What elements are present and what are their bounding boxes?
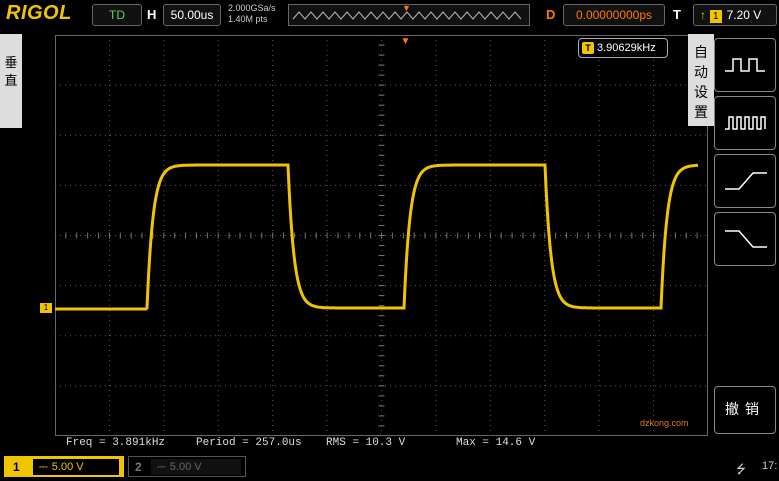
ch2-setting[interactable]: 2 ⎓ 5.00 V	[128, 456, 246, 477]
ch1-scale: 5.00 V	[51, 461, 84, 473]
vertical-tab-char-2: 直	[4, 73, 18, 88]
autoset-title-char-2: 动	[694, 64, 708, 80]
trigger-label: T	[673, 7, 681, 22]
autoset-title-char-1: 自	[694, 44, 708, 60]
trigger-position-marker-top: ▼	[402, 3, 411, 13]
falling-edge-icon	[725, 230, 767, 248]
multi-period-icon	[725, 58, 765, 72]
falling-edge-button[interactable]	[714, 212, 776, 266]
clock: 17:	[762, 460, 778, 472]
run-status[interactable]: TD	[92, 4, 142, 26]
frequency-counter: T 3.90629kHz	[578, 38, 668, 58]
top-status-bar: RIGOL TD H 50.00us 2.000GSa/s 1.40M pts …	[0, 0, 779, 30]
vertical-tab-char-1: 垂	[4, 55, 18, 70]
ch2-scale-box: ⎓ 5.00 V	[151, 459, 241, 475]
ch1-scale-box: ⎓ 5.00 V	[33, 459, 119, 475]
delay-value[interactable]: 0.00000000ps	[563, 4, 665, 26]
ch1-number: 1	[13, 460, 20, 474]
watermark-text: dzkong.com	[640, 418, 689, 428]
undo-button[interactable]: 撤销	[714, 386, 776, 434]
single-period-button[interactable]	[714, 96, 776, 150]
trigger-position-marker: ▼	[400, 36, 411, 47]
vertical-menu-tab[interactable]: 垂 直	[0, 34, 22, 128]
ch1-setting[interactable]: 1 ⎓ 5.00 V	[4, 456, 124, 477]
delay-label: D	[546, 7, 556, 22]
multi-period-button[interactable]	[714, 38, 776, 92]
brand-logo: RIGOL	[6, 2, 72, 24]
autoset-title-char-4: 置	[694, 104, 708, 120]
rising-edge-button[interactable]	[714, 154, 776, 208]
single-period-icon	[725, 116, 766, 130]
measurement-period: Period = 257.0us	[196, 437, 302, 449]
center-axis-ticks	[55, 35, 708, 436]
ch2-scale: 5.00 V	[169, 461, 202, 473]
measurement-rms: RMS = 10.3 V	[326, 437, 406, 449]
waveform-plot	[55, 35, 708, 436]
ch2-number: 2	[135, 460, 142, 474]
frequency-counter-value: 3.90629kHz	[597, 42, 656, 54]
rising-edge-icon: ↑	[700, 8, 706, 22]
acquisition-info: 2.000GSa/s 1.40M pts	[228, 3, 276, 25]
timebase-value[interactable]: 50.00us	[163, 4, 221, 26]
measurement-max: Max = 14.6 V	[456, 437, 536, 449]
sample-rate: 2.000GSa/s	[228, 3, 276, 13]
measurement-freq: Freq = 3.891kHz	[66, 437, 166, 449]
autoset-menu-title: 自 动 设 置	[688, 34, 714, 126]
trigger-level: 7.20 V	[726, 8, 762, 22]
memory-depth: 1.40M pts	[228, 14, 268, 24]
counter-t-icon: T	[582, 42, 594, 54]
trigger-settings[interactable]: ↑ 1 7.20 V	[693, 4, 777, 26]
rising-edge-icon	[725, 172, 767, 190]
ch1-trace	[55, 163, 699, 311]
ch1-offset-marker[interactable]: 1	[40, 303, 52, 313]
autoset-title-char-3: 设	[694, 84, 708, 100]
horizontal-label: H	[147, 7, 157, 22]
trigger-channel: 1	[710, 10, 722, 23]
dc-coupling-icon: ⎓	[39, 461, 48, 473]
dc-coupling-icon: ⎓	[157, 461, 166, 473]
